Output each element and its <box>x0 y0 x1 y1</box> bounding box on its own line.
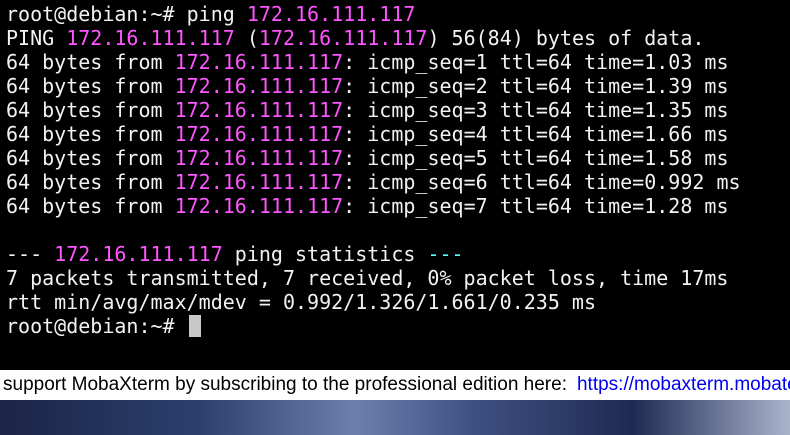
command-line: root@debian:~# ping 172.16.111.117 <box>6 2 790 26</box>
reply-details: : icmp_seq=4 ttl=64 time=1.66 ms <box>343 122 729 146</box>
stats-label: ping statistics <box>234 242 416 266</box>
reply-line: 64 bytes from 172.16.111.117: icmp_seq=3… <box>6 98 790 122</box>
reply-details: : icmp_seq=6 ttl=64 time=0.992 ms <box>343 170 741 194</box>
stats-lead-dashes: --- <box>6 242 43 266</box>
reply-ip: 172.16.111.117 <box>174 50 344 74</box>
reply-line: 64 bytes from 172.16.111.117: icmp_seq=6… <box>6 170 790 194</box>
command-target-ip: 172.16.111.117 <box>246 2 416 26</box>
prompt-line[interactable]: root@debian:~# <box>6 314 790 338</box>
reply-prefix: 64 bytes from <box>6 146 163 170</box>
shell-prompt: root@debian:~# <box>6 314 175 338</box>
reply-line: 64 bytes from 172.16.111.117: icmp_seq=4… <box>6 122 790 146</box>
banner-text: support MobaXterm by subscribing to the … <box>3 374 567 395</box>
stats-rtt-line: rtt min/avg/max/mdev = 0.992/1.326/1.661… <box>6 290 597 314</box>
reply-details: : icmp_seq=7 ttl=64 time=1.28 ms <box>343 194 729 218</box>
ping-header-line: PING 172.16.111.117 (172.16.111.117) 56(… <box>6 26 790 50</box>
reply-ip: 172.16.111.117 <box>174 170 344 194</box>
reply-line: 64 bytes from 172.16.111.117: icmp_seq=2… <box>6 74 790 98</box>
ping-header-ip-2: 172.16.111.117 <box>258 26 428 50</box>
reply-line: 64 bytes from 172.16.111.117: icmp_seq=7… <box>6 194 790 218</box>
stats-summary-line: 7 packets transmitted, 7 received, 0% pa… <box>6 266 729 290</box>
command-name: ping <box>186 2 235 26</box>
reply-line: 64 bytes from 172.16.111.117: icmp_seq=5… <box>6 146 790 170</box>
mobaxterm-banner: support MobaXterm by subscribing to the … <box>0 370 790 400</box>
reply-prefix: 64 bytes from <box>6 170 163 194</box>
stats-host-ip: 172.16.111.117 <box>54 242 223 266</box>
reply-prefix: 64 bytes from <box>6 122 163 146</box>
reply-line: 64 bytes from 172.16.111.117: icmp_seq=1… <box>6 50 790 74</box>
reply-ip: 172.16.111.117 <box>174 194 344 218</box>
reply-details: : icmp_seq=3 ttl=64 time=1.35 ms <box>343 98 729 122</box>
shell-prompt: root@debian:~# <box>6 2 175 26</box>
ping-header-paren: ( <box>246 26 259 50</box>
reply-prefix: 64 bytes from <box>6 50 163 74</box>
stats-trail-dashes: --- <box>427 242 464 266</box>
reply-ip: 172.16.111.117 <box>174 98 344 122</box>
ping-header-ip: 172.16.111.117 <box>66 26 235 50</box>
reply-details: : icmp_seq=2 ttl=64 time=1.39 ms <box>343 74 729 98</box>
reply-prefix: 64 bytes from <box>6 98 163 122</box>
text-cursor <box>188 315 201 337</box>
reply-ip: 172.16.111.117 <box>174 146 344 170</box>
reply-details: : icmp_seq=5 ttl=64 time=1.58 ms <box>343 146 729 170</box>
reply-prefix: 64 bytes from <box>6 194 163 218</box>
reply-lines: 64 bytes from 172.16.111.117: icmp_seq=1… <box>6 50 790 218</box>
reply-prefix: 64 bytes from <box>6 74 163 98</box>
reply-ip: 172.16.111.117 <box>174 122 344 146</box>
reply-ip: 172.16.111.117 <box>174 74 344 98</box>
stats-header-line: --- 172.16.111.117 ping statistics --- <box>6 242 790 266</box>
ping-header-rest: ) 56(84) bytes of data. <box>427 26 705 50</box>
desktop-wallpaper <box>0 400 790 435</box>
terminal-output[interactable]: root@debian:~# ping 172.16.111.117 PING … <box>0 0 790 368</box>
banner-link[interactable]: https://mobaxterm.mobatek.net <box>577 374 790 395</box>
ping-header-prefix: PING <box>6 26 55 50</box>
reply-details: : icmp_seq=1 ttl=64 time=1.03 ms <box>343 50 729 74</box>
